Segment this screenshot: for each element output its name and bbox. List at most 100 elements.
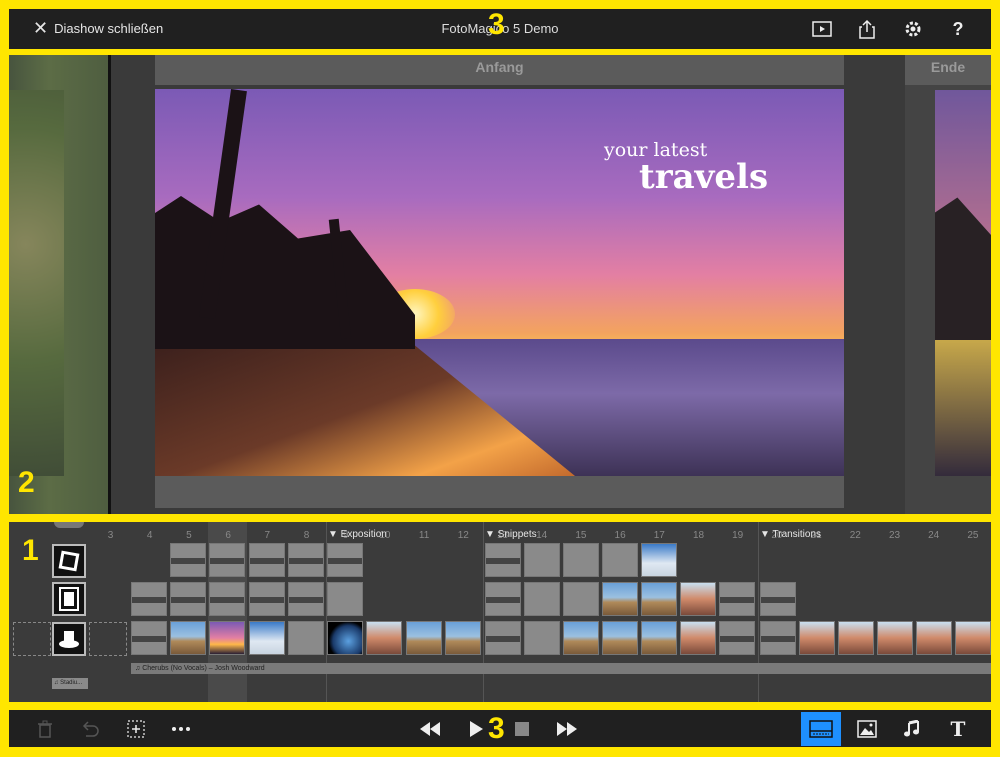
column-number: 11 bbox=[418, 530, 430, 541]
timeline-slide[interactable] bbox=[209, 621, 245, 655]
column-number: 24 bbox=[928, 530, 940, 541]
gear-icon[interactable] bbox=[900, 17, 926, 41]
timeline-slide[interactable] bbox=[485, 582, 521, 616]
text-icon[interactable]: T bbox=[945, 717, 971, 741]
timeline-slide[interactable] bbox=[760, 621, 796, 655]
timeline-slide[interactable] bbox=[680, 621, 716, 655]
column-number: 25 bbox=[967, 530, 979, 541]
timeline-slide[interactable] bbox=[327, 621, 363, 655]
annotation-number: 3 bbox=[488, 8, 505, 41]
section-transitions[interactable]: ▼ Transitions bbox=[760, 529, 821, 540]
timeline-view-icon bbox=[809, 720, 833, 738]
timeline-slide[interactable] bbox=[327, 543, 363, 577]
column-number: 16 bbox=[614, 530, 626, 541]
empty-slot[interactable] bbox=[89, 622, 127, 656]
timeline-slide[interactable] bbox=[602, 621, 638, 655]
timeline-slide[interactable] bbox=[485, 621, 521, 655]
column-number: 23 bbox=[888, 530, 901, 541]
timeline-slide[interactable] bbox=[760, 582, 796, 616]
timeline-slide[interactable] bbox=[485, 543, 521, 577]
music-icon[interactable] bbox=[899, 717, 925, 741]
timeline-slide[interactable] bbox=[799, 621, 835, 655]
timeline-slide[interactable] bbox=[170, 621, 206, 655]
timeline-slide[interactable] bbox=[131, 621, 167, 655]
timeline-slide[interactable] bbox=[602, 582, 638, 616]
timeline-slide[interactable] bbox=[445, 621, 481, 655]
section-snippets[interactable]: ▼ Snippets bbox=[485, 529, 537, 540]
section-exposition[interactable]: ▼ Exposition bbox=[328, 529, 387, 540]
slide-stage: Anfang your latest travels Ende bbox=[9, 55, 991, 514]
timeline-slide[interactable] bbox=[170, 582, 206, 616]
previous-slide[interactable] bbox=[9, 55, 109, 514]
timeline-slide[interactable] bbox=[288, 543, 324, 577]
play-preview-icon[interactable] bbox=[809, 17, 835, 41]
start-label: Anfang bbox=[155, 55, 844, 85]
column-number: 17 bbox=[653, 530, 665, 541]
image-icon[interactable] bbox=[854, 717, 880, 741]
timeline-slide[interactable] bbox=[249, 621, 285, 655]
end-label: Ende bbox=[905, 55, 991, 85]
timeline-slide[interactable] bbox=[602, 543, 638, 577]
column-number: 12 bbox=[457, 530, 469, 541]
timeline-slide[interactable] bbox=[563, 582, 599, 616]
timeline-slide[interactable] bbox=[719, 621, 755, 655]
timeline-slide[interactable] bbox=[327, 582, 363, 616]
timeline-slide[interactable] bbox=[524, 621, 560, 655]
rewind-icon[interactable] bbox=[417, 717, 443, 741]
annotation-number: 1 bbox=[22, 534, 39, 567]
column-number: 5 bbox=[186, 530, 192, 541]
timeline-slide[interactable] bbox=[249, 543, 285, 577]
fast-forward-icon[interactable] bbox=[554, 717, 580, 741]
empty-slot[interactable] bbox=[13, 622, 51, 656]
timeline-slide[interactable] bbox=[209, 582, 245, 616]
timeline-slide[interactable] bbox=[680, 582, 716, 616]
share-icon[interactable] bbox=[854, 17, 880, 41]
film-track-icon[interactable] bbox=[52, 582, 86, 616]
timeline-slide[interactable] bbox=[563, 543, 599, 577]
undo-icon[interactable] bbox=[77, 717, 103, 741]
screenshot-frame: ✕ Diashow schließen FotoMagico 5 Demo ? … bbox=[0, 0, 1000, 757]
timeline-slide[interactable] bbox=[406, 621, 442, 655]
timeline-slide[interactable] bbox=[170, 543, 206, 577]
slide-track-icon[interactable] bbox=[52, 544, 86, 578]
add-slide-icon[interactable] bbox=[123, 717, 149, 741]
timeline-slide[interactable] bbox=[877, 621, 913, 655]
column-number: 18 bbox=[692, 530, 705, 541]
timeline-slide[interactable] bbox=[288, 582, 324, 616]
timeline-slide[interactable] bbox=[563, 621, 599, 655]
more-icon[interactable] bbox=[168, 717, 194, 741]
timeline-slide[interactable] bbox=[955, 621, 991, 655]
timeline-slide[interactable] bbox=[641, 621, 677, 655]
magic-hat-track-icon[interactable] bbox=[52, 622, 86, 656]
next-slide[interactable] bbox=[935, 90, 991, 476]
timeline-slide[interactable] bbox=[524, 582, 560, 616]
music-chip[interactable]: ♫ Stadiu... bbox=[52, 678, 88, 689]
timeline-slide[interactable] bbox=[366, 621, 402, 655]
timeline-slide[interactable] bbox=[719, 582, 755, 616]
slide-text-big[interactable]: travels bbox=[639, 157, 768, 197]
column-number: 3 bbox=[107, 530, 114, 541]
timeline-slide[interactable] bbox=[288, 621, 324, 655]
play-icon[interactable] bbox=[463, 717, 489, 741]
timeline-view-button[interactable] bbox=[801, 712, 841, 746]
timeline-slide[interactable] bbox=[916, 621, 952, 655]
slide-footer-area bbox=[155, 476, 844, 508]
current-slide[interactable]: your latest travels bbox=[155, 89, 844, 476]
column-number: 22 bbox=[849, 530, 861, 541]
timeline-slide[interactable] bbox=[641, 543, 677, 577]
timeline-slide[interactable] bbox=[838, 621, 874, 655]
annotation-number: 3 bbox=[488, 712, 505, 745]
stage-divider bbox=[108, 55, 111, 514]
timeline-slide[interactable] bbox=[209, 543, 245, 577]
trash-icon[interactable] bbox=[32, 717, 58, 741]
column-number: 8 bbox=[303, 530, 310, 541]
music-track[interactable]: ♫ Cherubs (No Vocals) – Josh Woodward bbox=[131, 663, 991, 674]
annotation-number: 2 bbox=[18, 466, 35, 499]
timeline-slide[interactable] bbox=[249, 582, 285, 616]
column-number: 6 bbox=[225, 530, 231, 541]
timeline-slide[interactable] bbox=[641, 582, 677, 616]
stop-icon[interactable] bbox=[509, 717, 535, 741]
timeline-slide[interactable] bbox=[131, 582, 167, 616]
timeline-slide[interactable] bbox=[524, 543, 560, 577]
help-icon[interactable]: ? bbox=[945, 17, 971, 41]
